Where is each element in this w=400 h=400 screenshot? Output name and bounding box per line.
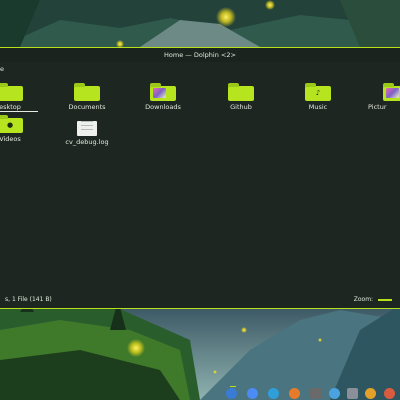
settings-icon[interactable] (365, 388, 376, 399)
file-view[interactable]: esktop Documents Downloads Github ♪ Musi… (0, 78, 400, 308)
item-label: Downloads (145, 103, 181, 111)
status-bar: s, 1 File (141 B) Zoom: (0, 294, 400, 306)
store-icon[interactable] (347, 388, 358, 399)
active-indicator (230, 386, 236, 387)
item-label: cv_debug.log (65, 138, 109, 146)
item-label: Documents (68, 103, 106, 111)
folder-icon (383, 83, 400, 101)
zoom-control[interactable]: Zoom: (354, 294, 392, 306)
files-icon[interactable] (310, 388, 321, 399)
video-icon: ● (6, 121, 14, 129)
folder-music[interactable]: ♪ Music (290, 83, 346, 111)
file-cv-debug-log[interactable]: cv_debug.log (59, 118, 115, 146)
item-label: Pictur (368, 103, 387, 111)
dolphin-window: Home — Dolphin <2> e esktop Documents Do… (0, 47, 400, 309)
folder-icon (228, 83, 254, 101)
folder-github[interactable]: Github (213, 83, 269, 111)
folder-pictures[interactable]: Pictur (368, 83, 400, 111)
folder-videos[interactable]: ● Videos (0, 115, 38, 143)
firefox-icon[interactable] (289, 388, 300, 399)
photos-icon[interactable] (384, 388, 395, 399)
item-label: Videos (0, 135, 21, 143)
edge-icon[interactable] (268, 388, 279, 399)
zoom-slider[interactable] (378, 298, 392, 301)
thumbnail-image (386, 88, 399, 98)
music-note-icon: ♪ (315, 89, 321, 97)
item-label: Music (308, 103, 328, 111)
location-bar[interactable]: e (0, 62, 400, 76)
terminal-icon[interactable] (329, 388, 340, 399)
location-text: e (0, 65, 4, 73)
folder-icon (74, 83, 100, 101)
zoom-label: Zoom: (353, 296, 374, 303)
folder-icon: ● (0, 115, 23, 133)
folder-icon (150, 83, 176, 101)
status-text: s, 1 File (141 B) (5, 296, 52, 303)
folder-icon (0, 83, 23, 101)
folder-icon: ♪ (305, 83, 331, 101)
taskbar (0, 386, 400, 400)
item-label: Github (230, 103, 252, 111)
folder-downloads[interactable]: Downloads (135, 83, 191, 111)
folder-documents[interactable]: Documents (59, 83, 115, 111)
thumbnail-image (153, 88, 166, 98)
text-file-icon (77, 121, 97, 136)
chrome-icon[interactable] (247, 388, 258, 399)
folder-desktop[interactable]: esktop (0, 83, 38, 112)
browser-icon[interactable] (226, 388, 237, 399)
window-title: Home — Dolphin <2> (0, 48, 400, 62)
item-label: esktop (0, 103, 38, 112)
